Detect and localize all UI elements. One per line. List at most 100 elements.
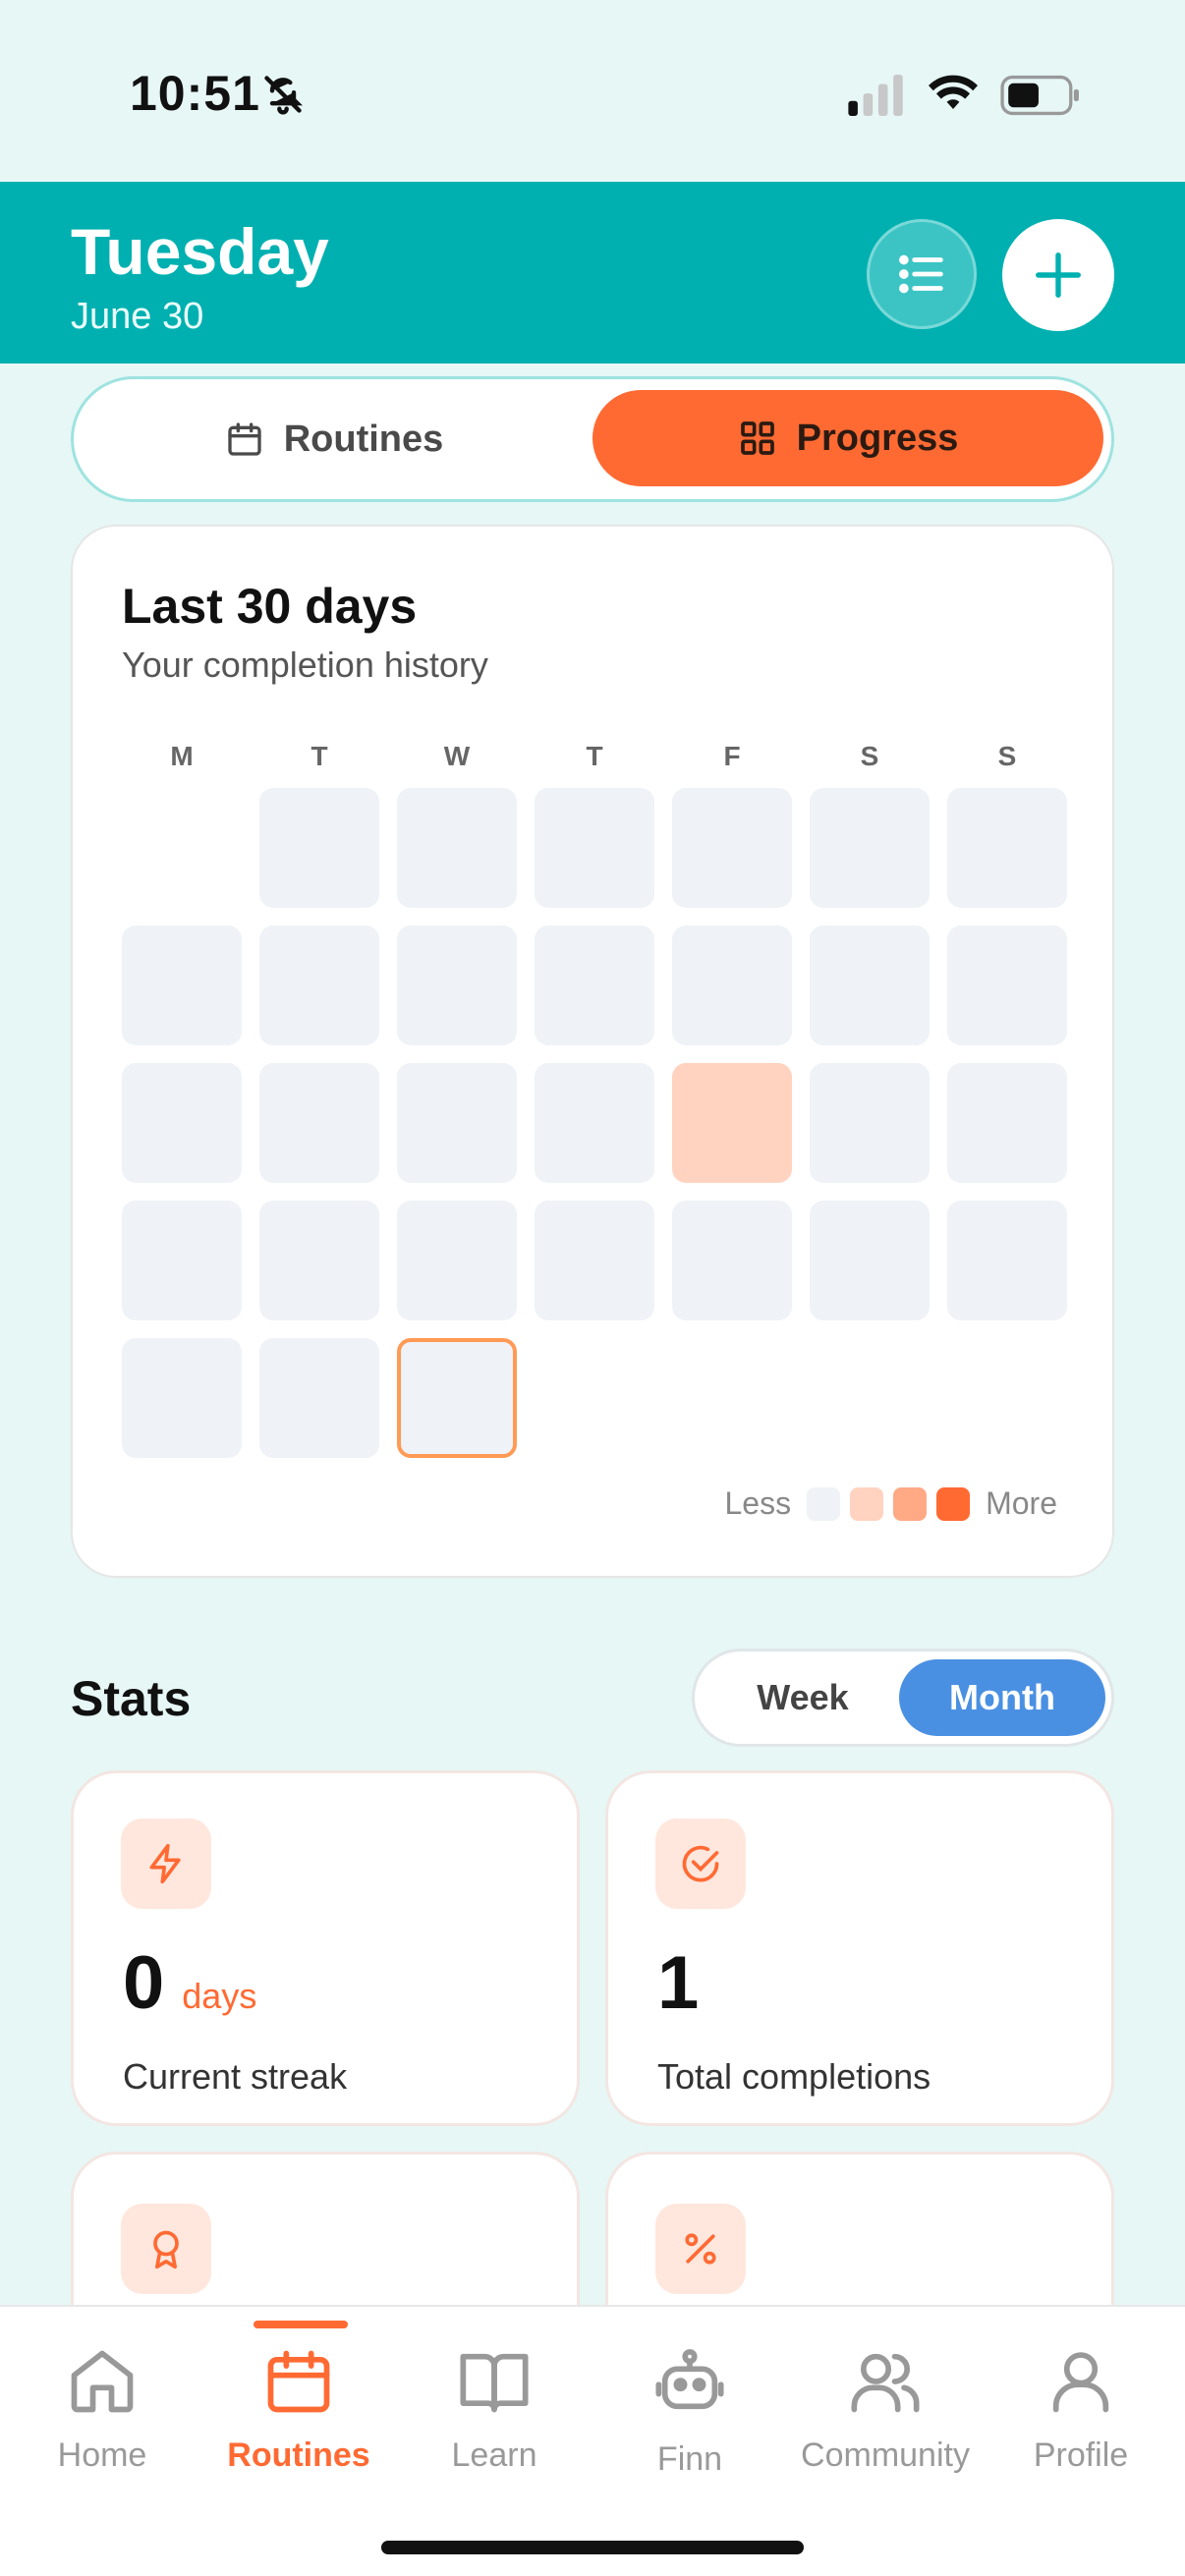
day-cell[interactable] [810,1063,930,1183]
users-icon [851,2353,920,2413]
history-title: Last 30 days [122,579,418,634]
day-cell[interactable] [535,1063,654,1183]
day-cell[interactable] [672,1201,792,1320]
day-cell[interactable] [810,1201,930,1320]
lightning-icon [149,1843,181,1884]
tab-learn[interactable]: Learn [396,2307,592,2493]
list-icon [899,254,943,294]
routines-segment-label: Routines [283,418,444,460]
week-toggle[interactable]: Week [695,1652,911,1744]
silent-bell-icon [264,76,303,115]
heatmap-legend: Less More [725,1485,1058,1522]
status-time: 10:51 [130,66,260,121]
header-date: June 30 [71,296,204,337]
day-cell[interactable] [122,925,242,1045]
weekday-label: M [170,741,194,771]
home-indicator [381,2541,804,2554]
day-cell[interactable] [122,1063,242,1183]
day-cell[interactable] [947,788,1067,908]
weekday-label: T [310,741,328,771]
tab-routines-label: Routines [227,2436,370,2474]
day-cell[interactable] [672,1063,792,1183]
home-icon [71,2350,134,2413]
day-cell[interactable] [672,925,792,1045]
app-header: Tuesday June 30 [0,182,1185,364]
plus-icon [1036,252,1081,298]
percent-icon [685,2233,716,2265]
add-routine-button[interactable] [1002,219,1114,331]
tab-profile-label: Profile [1033,2436,1129,2474]
day-cell[interactable] [259,1338,379,1458]
progress-segment-label: Progress [796,417,959,459]
streak-label: Current streak [123,2056,348,2097]
streak-value: 0 [123,1941,165,2025]
battery-icon [1000,75,1079,116]
cellular-signal-icon [848,75,903,116]
tab-community-label: Community [801,2436,970,2474]
day-cell[interactable] [535,788,654,908]
day-cell[interactable] [259,925,379,1045]
day-cell[interactable] [259,1201,379,1320]
day-cell[interactable] [810,788,930,908]
check-circle-icon [682,1845,719,1882]
day-cell[interactable] [397,1201,517,1320]
day-cell[interactable] [672,788,792,908]
day-cell[interactable] [947,925,1067,1045]
day-cell[interactable] [535,925,654,1045]
grid-icon [740,421,774,455]
list-menu-button[interactable] [867,219,977,329]
legend-swatch [936,1486,971,1521]
completion-history-card: Last 30 days Your completion history M T W… [71,525,1114,1578]
day-cell[interactable] [397,1063,517,1183]
day-cell[interactable] [259,788,379,908]
calendar-icon [267,2350,330,2413]
award-icon [153,2230,179,2269]
completions-label: Total completions [657,2056,931,2097]
calendar-icon [228,422,261,456]
tab-learn-label: Learn [451,2436,537,2474]
tab-finn[interactable]: Finn [592,2307,788,2493]
view-segmented-control: Routines Progress [71,376,1114,502]
tab-finn-label: Finn [656,2440,723,2478]
day-cell[interactable] [122,1338,242,1458]
tab-home[interactable]: Home [4,2307,200,2493]
bottom-tab-bar: Home Routines Learn Finn Community Profi… [0,2305,1185,2576]
day-cell[interactable] [397,788,517,908]
user-icon [1052,2352,1109,2413]
wifi-icon [929,75,978,109]
day-cell-today[interactable] [397,1338,517,1458]
day-cell[interactable] [397,925,517,1045]
stats-title: Stats [71,1671,192,1726]
header-day: Tuesday [71,215,329,288]
robot-icon [655,2349,724,2410]
streak-unit: days [182,1976,257,2016]
weekday-label: T [586,741,603,771]
day-cell[interactable] [947,1201,1067,1320]
book-icon [460,2353,529,2413]
legend-swatch [850,1486,884,1521]
day-cell[interactable] [259,1063,379,1183]
legend-more: More [986,1485,1057,1521]
progress-segment[interactable]: Progress [592,390,1103,486]
day-cell[interactable] [122,1201,242,1320]
history-subtitle: Your completion history [122,644,488,685]
total-completions-card[interactable]: 1 Total completions [605,1770,1114,2126]
weekday-label: F [723,741,741,771]
current-streak-card[interactable]: 0 days Current streak [71,1770,580,2126]
tab-home-label: Home [57,2436,147,2474]
completions-value: 1 [657,1941,700,2025]
tab-profile[interactable]: Profile [983,2307,1179,2493]
routines-segment[interactable]: Routines [74,379,594,499]
legend-swatches [807,1486,971,1521]
weekday-label: S [860,741,879,771]
month-toggle[interactable]: Month [899,1659,1105,1736]
tab-community[interactable]: Community [787,2307,984,2493]
day-cell[interactable] [947,1063,1067,1183]
legend-swatch [893,1486,928,1521]
tab-routines[interactable]: Routines [200,2307,397,2493]
day-cell[interactable] [810,925,930,1045]
day-cell[interactable] [535,1201,654,1320]
legend-swatch [807,1486,841,1521]
weekday-label: S [997,741,1017,771]
status-bar: 10:51 [0,0,1185,182]
